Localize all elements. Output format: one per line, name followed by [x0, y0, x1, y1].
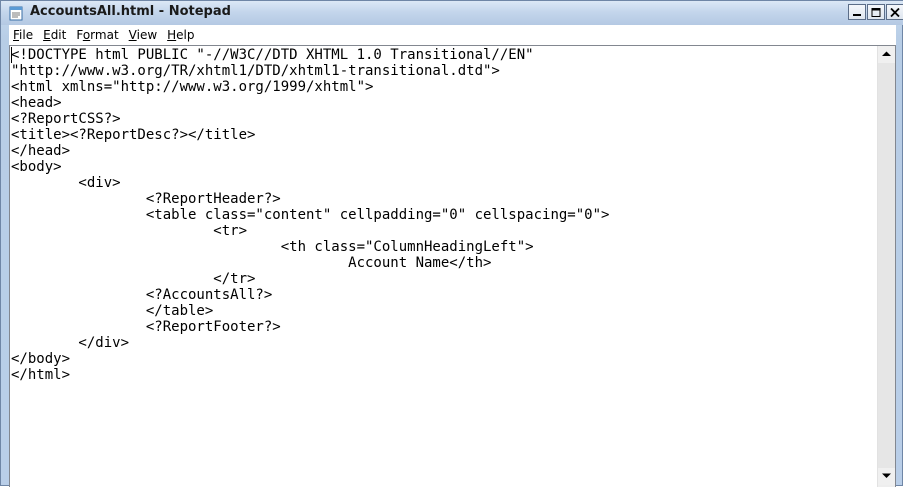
- code-line: </table>: [11, 303, 214, 319]
- text-cursor: [11, 47, 12, 63]
- code-line: <?ReportHeader?>: [11, 191, 281, 207]
- code-line: <html xmlns="http://www.w3.org/1999/xhtm…: [11, 79, 374, 95]
- notepad-window: AccountsAll.html - Notepad File Edit For…: [0, 0, 903, 487]
- code-line: <?AccountsAll?>: [11, 287, 273, 303]
- menu-format[interactable]: Format: [72, 28, 124, 42]
- caption-buttons: [847, 4, 903, 22]
- maximize-icon: [871, 8, 881, 17]
- scroll-up-arrow-icon: [882, 51, 891, 56]
- code-line: <head>: [11, 95, 62, 111]
- maximize-button[interactable]: [867, 4, 885, 20]
- code-line: <body>: [11, 159, 62, 175]
- code-line: <table class="content" cellpadding="0" c…: [11, 207, 610, 223]
- code-line: </head>: [11, 143, 71, 159]
- code-line: Account Name</th>: [11, 255, 492, 271]
- menu-edit[interactable]: Edit: [39, 28, 72, 42]
- close-icon: [890, 8, 900, 17]
- menu-file[interactable]: File: [9, 28, 39, 42]
- code-line: </body>: [11, 351, 71, 367]
- minimize-button[interactable]: [848, 4, 866, 20]
- code-line: <th class="ColumnHeadingLeft">: [11, 239, 534, 255]
- code-line: <title><?ReportDesc?></title>: [11, 127, 256, 143]
- window-title: AccountsAll.html - Notepad: [30, 4, 231, 19]
- editor-text-area[interactable]: <!DOCTYPE html PUBLIC "-//W3C//DTD XHTML…: [10, 46, 877, 487]
- code-line: </html>: [11, 367, 71, 383]
- scroll-down-button[interactable]: [878, 468, 895, 485]
- menu-help[interactable]: Help: [163, 28, 200, 42]
- code-line: </tr>: [11, 271, 256, 287]
- menu-view[interactable]: View: [125, 28, 163, 42]
- code-line: <!DOCTYPE html PUBLIC "-//W3C//DTD XHTML…: [11, 47, 534, 63]
- code-line: </div>: [11, 335, 130, 351]
- code-line: <?ReportFooter?>: [11, 319, 281, 335]
- vertical-scrollbar[interactable]: [877, 46, 895, 487]
- scroll-track[interactable]: [878, 63, 895, 468]
- code-line: <?ReportCSS?>: [11, 111, 121, 127]
- menu-bar: File Edit Format View Help: [9, 25, 896, 45]
- text-editor[interactable]: <!DOCTYPE html PUBLIC "-//W3C//DTD XHTML…: [9, 45, 896, 487]
- close-button[interactable]: [886, 4, 903, 20]
- scroll-up-button[interactable]: [878, 46, 895, 63]
- code-line: <tr>: [11, 223, 248, 239]
- code-line: "http://www.w3.org/TR/xhtml1/DTD/xhtml1-…: [11, 63, 500, 79]
- scroll-down-arrow-icon: [882, 473, 891, 478]
- code-line: <div>: [11, 175, 121, 191]
- title-bar[interactable]: AccountsAll.html - Notepad: [1, 1, 903, 25]
- minimize-icon: [853, 14, 861, 16]
- notepad-icon[interactable]: [8, 5, 24, 21]
